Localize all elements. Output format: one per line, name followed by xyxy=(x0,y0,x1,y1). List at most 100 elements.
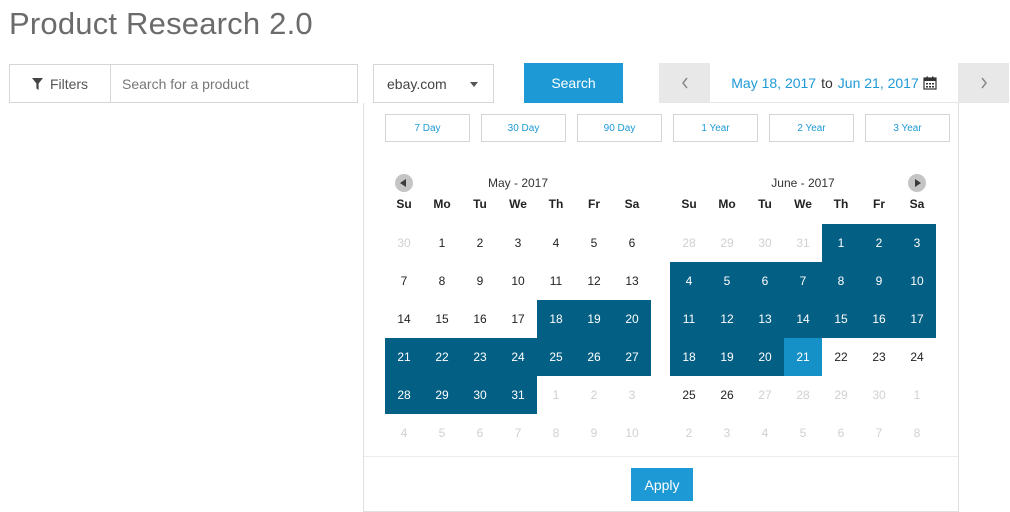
calendar-day[interactable]: 26 xyxy=(708,376,746,414)
calendar-day-selected[interactable]: 27 xyxy=(613,338,651,376)
calendar-day[interactable]: 4 xyxy=(537,224,575,262)
calendar-day[interactable]: 24 xyxy=(898,338,936,376)
calendar-days: 30 1 2 3 4 5 6 7 8 9 10 11 12 13 14 15 16 17 18 19 20 21 22 23 2… xyxy=(385,224,651,452)
calendar-day-selected[interactable]: 7 xyxy=(784,262,822,300)
calendar-day[interactable]: 17 xyxy=(499,300,537,338)
calendar-day-selected[interactable]: 10 xyxy=(898,262,936,300)
calendar-day-selected[interactable]: 18 xyxy=(670,338,708,376)
calendar-day-selected[interactable]: 28 xyxy=(385,376,423,414)
date-range-display[interactable]: May 18, 2017 to Jun 21, 2017 xyxy=(710,63,958,103)
calendar-day-selected[interactable]: 5 xyxy=(708,262,746,300)
calendar-day-outside: 30 xyxy=(397,236,411,250)
weekday-label: Mo xyxy=(718,197,736,211)
calendar-day-selected[interactable]: 6 xyxy=(746,262,784,300)
calendar-day[interactable]: 16 xyxy=(461,300,499,338)
weekday-label: Tu xyxy=(758,197,772,211)
calendar-day-selected[interactable]: 19 xyxy=(575,300,613,338)
preset-7-day-button[interactable]: 7 Day xyxy=(385,114,470,142)
calendar-day[interactable]: 3 xyxy=(499,224,537,262)
weekday-label: We xyxy=(794,197,812,211)
calendar-day[interactable]: 23 xyxy=(860,338,898,376)
next-month-icon[interactable] xyxy=(908,174,926,192)
calendar-day-selected[interactable]: 26 xyxy=(575,338,613,376)
preset-buttons: 7 Day 30 Day 90 Day 1 Year 2 Year 3 Year xyxy=(385,114,950,142)
calendar-day[interactable]: 12 xyxy=(575,262,613,300)
chevron-right-icon xyxy=(980,77,987,89)
calendar-day-selected[interactable]: 21 xyxy=(385,338,423,376)
calendar-day-outside: 28 xyxy=(682,236,696,250)
calendar-day[interactable]: 6 xyxy=(613,224,651,262)
week-row: 4 5 6 7 8 9 10 xyxy=(385,414,651,452)
calendar-day-selected[interactable]: 14 xyxy=(784,300,822,338)
calendar-day[interactable]: 8 xyxy=(423,262,461,300)
calendar-day-selected[interactable]: 29 xyxy=(423,376,461,414)
calendar-day-selected[interactable]: 4 xyxy=(670,262,708,300)
calendar-day[interactable]: 15 xyxy=(423,300,461,338)
calendar-day-selected[interactable]: 25 xyxy=(537,338,575,376)
calendar-month-may: May - 2017 Su Mo Tu We Th Fr Sa 30 1 2 3 4 5 6 7 8 9 10 1… xyxy=(385,171,651,452)
week-row: 28 29 30 31 1 2 3 xyxy=(385,376,651,414)
preset-3-year-button[interactable]: 3 Year xyxy=(865,114,950,142)
calendar-day-selected[interactable]: 2 xyxy=(860,224,898,262)
calendar-day[interactable]: 9 xyxy=(461,262,499,300)
apply-button[interactable]: Apply xyxy=(631,468,693,501)
calendar-day-selected[interactable]: 16 xyxy=(860,300,898,338)
range-end-date[interactable]: Jun 21, 2017 xyxy=(838,75,919,91)
calendar-day-selected[interactable]: 22 xyxy=(423,338,461,376)
calendar-day-selected[interactable]: 31 xyxy=(499,376,537,414)
calendar-day-selected[interactable]: 3 xyxy=(898,224,936,262)
calendar-day-selected[interactable]: 23 xyxy=(461,338,499,376)
calendar-day-selected[interactable]: 17 xyxy=(898,300,936,338)
calendar-day-selected[interactable]: 8 xyxy=(822,262,860,300)
week-row: 21 22 23 24 25 26 27 xyxy=(385,338,651,376)
page-title: Product Research 2.0 xyxy=(9,6,313,41)
calendar-day[interactable]: 5 xyxy=(575,224,613,262)
calendar-day-outside: 29 xyxy=(720,236,734,250)
search-button[interactable]: Search xyxy=(524,63,623,103)
calendar-day-outside: 2 xyxy=(590,388,598,402)
calendar-day-selected[interactable]: 1 xyxy=(822,224,860,262)
site-select[interactable]: ebay.com xyxy=(373,64,494,103)
range-next-button[interactable] xyxy=(958,63,1009,103)
calendar-day[interactable]: 1 xyxy=(423,224,461,262)
calendar-day-selected[interactable]: 13 xyxy=(746,300,784,338)
calendar-day-selected[interactable]: 30 xyxy=(461,376,499,414)
preset-90-day-button[interactable]: 90 Day xyxy=(577,114,662,142)
filter-icon xyxy=(31,77,43,90)
range-start-date[interactable]: May 18, 2017 xyxy=(731,75,816,91)
range-to-label: to xyxy=(821,75,833,91)
calendar-day-selected[interactable]: 24 xyxy=(499,338,537,376)
dropdown-divider xyxy=(364,456,958,457)
calendar-day-selected[interactable]: 11 xyxy=(670,300,708,338)
calendar-day[interactable]: 10 xyxy=(499,262,537,300)
weekday-label: Fr xyxy=(873,197,885,211)
calendar-day[interactable]: 2 xyxy=(461,224,499,262)
calendar-day[interactable]: 7 xyxy=(385,262,423,300)
calendar-day-selected[interactable]: 19 xyxy=(708,338,746,376)
range-prev-button[interactable] xyxy=(659,63,710,103)
caret-down-icon xyxy=(470,82,478,87)
calendar-day-selected[interactable]: 18 xyxy=(537,300,575,338)
filters-label: Filters xyxy=(49,75,89,92)
prev-month-icon[interactable] xyxy=(395,174,413,192)
calendar-day-selected[interactable]: 12 xyxy=(708,300,746,338)
weekday-label: Fr xyxy=(588,197,600,211)
calendar-day-selected[interactable]: 15 xyxy=(822,300,860,338)
calendar-day[interactable]: 25 xyxy=(670,376,708,414)
calendar-day-selected[interactable]: 20 xyxy=(613,300,651,338)
calendar-day[interactable]: 14 xyxy=(385,300,423,338)
calendar-day[interactable]: 11 xyxy=(537,262,575,300)
search-input[interactable] xyxy=(110,64,358,103)
preset-30-day-button[interactable]: 30 Day xyxy=(481,114,566,142)
preset-1-year-button[interactable]: 1 Year xyxy=(673,114,758,142)
calendar-day-selected[interactable]: 9 xyxy=(860,262,898,300)
calendar-day[interactable]: 22 xyxy=(822,338,860,376)
calendar-icon[interactable] xyxy=(923,76,937,90)
calendar-day[interactable]: 13 xyxy=(613,262,651,300)
preset-2-year-button[interactable]: 2 Year xyxy=(769,114,854,142)
filters-button[interactable]: Filters xyxy=(9,64,111,103)
calendar-day-outside: 27 xyxy=(758,388,772,402)
calendar-day-selected[interactable]: 20 xyxy=(746,338,784,376)
calendar-day-selected[interactable]: 21 xyxy=(784,338,822,376)
week-row: 2 3 4 5 6 7 8 xyxy=(670,414,936,452)
